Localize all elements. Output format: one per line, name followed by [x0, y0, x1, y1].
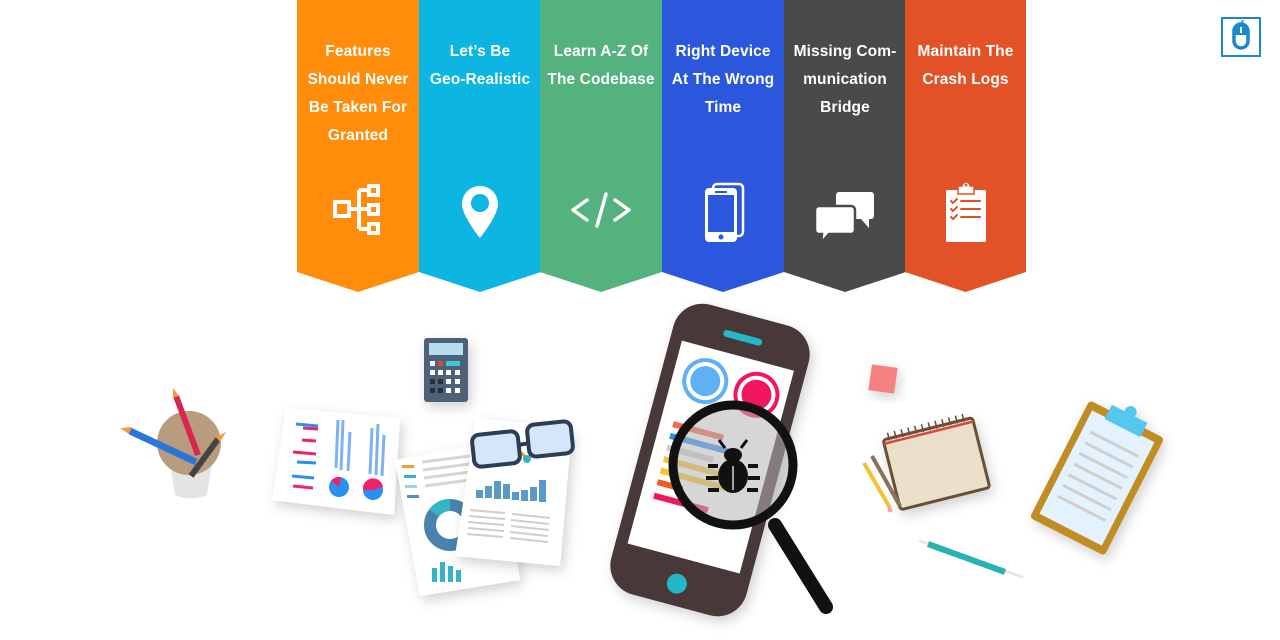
banner-title-line: Let’s Be	[449, 43, 511, 60]
banner-title-line: Features	[325, 43, 391, 60]
banner-title-line: At The Wrong	[671, 71, 775, 88]
banner-title-line: The Codebase	[547, 71, 655, 88]
banner-features: Features Should Never Be Taken For Grant…	[297, 0, 419, 292]
banner-title-line: Maintain The	[917, 43, 1014, 60]
banner-title-line: Learn A-Z Of	[553, 43, 649, 60]
banner-title-line: Be Taken For	[308, 99, 408, 116]
banner-title-line: Granted	[327, 127, 389, 144]
calculator	[424, 338, 468, 402]
banner-title-line: munication	[803, 71, 887, 88]
pen	[918, 539, 1024, 579]
chat-bubbles-icon	[813, 192, 874, 246]
banner-title-line: Crash Logs	[922, 71, 1009, 88]
banner-title: Maintain The Crash Logs	[905, 38, 1026, 94]
sticky-note	[868, 364, 898, 394]
desk-illustration	[120, 303, 1164, 617]
banner-title: Right Device At The Wrong Time	[662, 38, 784, 122]
banner-communication: Missing Com- munication Bridge	[784, 0, 906, 292]
banner-title-line: Geo-Realistic	[429, 71, 531, 88]
banner-title: Let’s Be Geo-Realistic	[419, 38, 541, 94]
banner-codebase: Learn A-Z Of The Codebase	[540, 0, 662, 292]
mobile-devices-icon	[705, 182, 745, 242]
notebook	[882, 413, 991, 511]
brand-logo[interactable]	[1221, 17, 1261, 57]
banner-title-line: Right Device	[675, 43, 771, 60]
banner-title-line: Missing Com-	[793, 43, 897, 60]
pencil-cup	[120, 388, 226, 499]
mouse-logo-icon	[1232, 19, 1250, 50]
location-pin-icon	[462, 186, 498, 238]
checklist-clipboard-icon	[945, 181, 986, 242]
banner-crash-logs: Maintain The Crash Logs	[905, 0, 1026, 292]
hierarchy-icon	[333, 184, 380, 235]
banner-geo: Let’s Be Geo-Realistic	[419, 0, 541, 292]
banner-title: Missing Com- munication Bridge	[784, 38, 906, 122]
clipboard	[1030, 401, 1164, 555]
banner-title-line: Time	[704, 99, 742, 116]
banner-title: Learn A-Z Of The Codebase	[540, 38, 662, 94]
code-icon	[571, 192, 631, 228]
banner-title: Features Should Never Be Taken For Grant…	[297, 38, 419, 150]
banner-title-line: Bridge	[820, 99, 870, 116]
banner-device: Right Device At The Wrong Time	[662, 0, 784, 292]
report-sheet	[272, 408, 400, 515]
banner-title-line: Should Never	[307, 71, 409, 88]
